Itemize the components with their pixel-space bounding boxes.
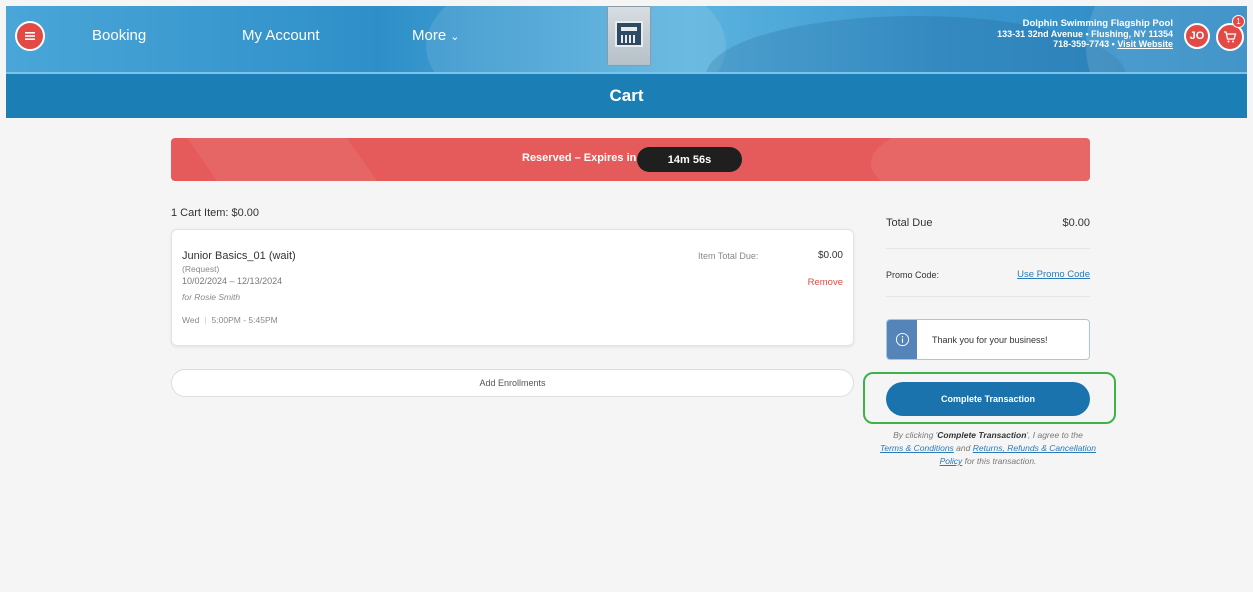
header-background-decoration xyxy=(426,6,726,72)
page-title-bar: Cart xyxy=(6,72,1247,118)
item-status: (Request) xyxy=(182,264,220,274)
reservation-label: Reserved – Expires in xyxy=(522,152,637,164)
facility-contact: 718-359-7743 • Visit Website xyxy=(997,39,1173,49)
use-promo-code-link[interactable]: Use Promo Code xyxy=(1017,269,1090,280)
terms-and: and xyxy=(953,443,973,453)
total-due-label: Total Due xyxy=(886,217,933,229)
cart-item-card: Junior Basics_01 (wait) (Request) 10/02/… xyxy=(171,229,854,346)
page-frame: Booking My Account More ⌄ Dolphin Swimmin… xyxy=(6,6,1247,592)
nav-more-dropdown[interactable]: More ⌄ xyxy=(412,27,459,44)
item-participant: for Rosie Smith xyxy=(182,292,241,302)
reservation-banner: Reserved – Expires in 14m 56s xyxy=(171,138,1090,181)
banner-decoration xyxy=(871,138,1090,181)
building-icon xyxy=(615,21,643,47)
item-total-label: Item Total Due: xyxy=(698,251,759,261)
item-name: Junior Basics_01 (wait) xyxy=(182,250,296,262)
terms-mid: ', I agree to the xyxy=(1026,430,1083,440)
notice-message: Thank you for your business! xyxy=(932,335,1048,345)
remove-item-link[interactable]: Remove xyxy=(808,277,843,288)
item-day: Wed xyxy=(182,315,200,325)
item-schedule: Wed | 5:00PM - 5:45PM xyxy=(182,315,278,325)
item-time: 5:00PM - 5:45PM xyxy=(211,315,278,325)
promo-code-row: Promo Code: Use Promo Code xyxy=(886,251,1090,297)
cart-item-summary: 1 Cart Item: $0.00 xyxy=(171,207,260,219)
thank-you-notice: Thank you for your business! xyxy=(886,319,1090,360)
total-due-value: $0.00 xyxy=(1062,217,1090,229)
nav-my-account-link[interactable]: My Account xyxy=(242,27,320,44)
complete-transaction-button[interactable]: Complete Transaction xyxy=(886,382,1090,416)
facility-address: 133-31 32nd Avenue • Flushing, NY 11354 xyxy=(997,29,1173,39)
top-navigation-bar: Booking My Account More ⌄ Dolphin Swimmin… xyxy=(6,6,1247,72)
terms-agreement-text: By clicking 'Complete Transaction', I ag… xyxy=(874,429,1102,468)
user-avatar[interactable]: JO xyxy=(1184,23,1210,49)
facility-name: Dolphin Swimming Flagship Pool xyxy=(1022,18,1173,29)
terms-conditions-link[interactable]: Terms & Conditions xyxy=(880,443,954,453)
notice-icon-panel xyxy=(887,320,917,359)
visit-website-link[interactable]: Visit Website xyxy=(1117,39,1173,49)
chevron-down-icon: ⌄ xyxy=(450,31,460,43)
cart-icon xyxy=(1224,31,1237,43)
add-enrollments-button[interactable]: Add Enrollments xyxy=(171,369,854,397)
nav-more-label: More xyxy=(412,27,447,44)
item-dates: 10/02/2024 – 12/13/2024 xyxy=(182,276,283,286)
info-icon xyxy=(895,332,909,347)
nav-booking-link[interactable]: Booking xyxy=(92,27,146,44)
promo-code-label: Promo Code: xyxy=(886,270,940,280)
banner-decoration xyxy=(171,138,397,181)
cart-count-badge: 1 xyxy=(1232,15,1245,28)
reservation-timer: 14m 56s xyxy=(637,147,742,172)
schedule-divider: | xyxy=(204,315,207,325)
hamburger-icon xyxy=(25,32,35,40)
terms-bold: Complete Transaction xyxy=(937,430,1027,440)
facility-info: Dolphin Swimming Flagship Pool 133-31 32… xyxy=(997,18,1173,50)
hamburger-menu-button[interactable] xyxy=(15,21,45,51)
page-title: Cart xyxy=(609,86,644,105)
terms-prefix: By clicking ' xyxy=(893,430,938,440)
facility-phone: 718-359-7743 • xyxy=(1053,39,1115,49)
item-total-value: $0.00 xyxy=(817,250,843,261)
total-due-row: Total Due $0.00 xyxy=(886,217,1090,249)
facility-logo[interactable] xyxy=(607,6,651,66)
terms-suffix: for this transaction. xyxy=(962,456,1037,466)
